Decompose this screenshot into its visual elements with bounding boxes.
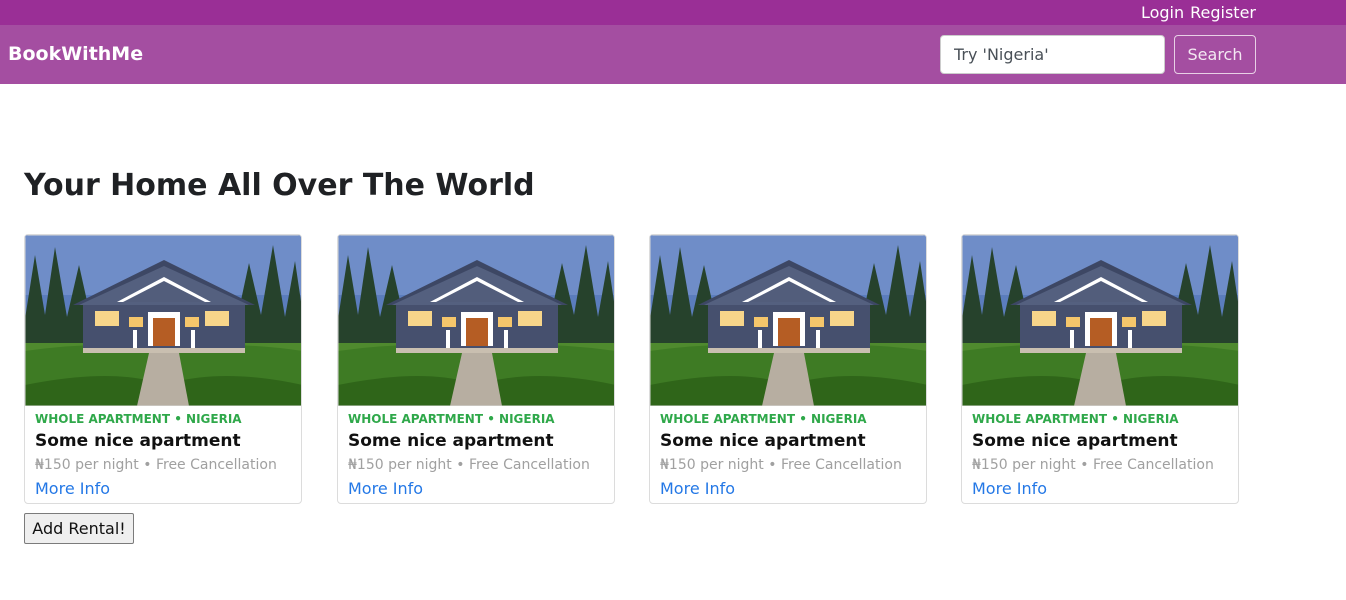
rental-meta: WHOLE APARTMENT • NIGERIA	[348, 412, 555, 426]
more-info-link[interactable]: More Info	[348, 479, 423, 498]
top-bar: Login Register	[0, 0, 1346, 25]
rental-price: ₦150 per night • Free Cancellation	[35, 457, 277, 473]
rental-title: Some nice apartment	[660, 431, 866, 451]
house-photo	[962, 235, 1238, 406]
rental-title: Some nice apartment	[35, 431, 241, 451]
rental-meta: WHOLE APARTMENT • NIGERIA	[660, 412, 867, 426]
more-info-link[interactable]: More Info	[35, 479, 110, 498]
more-info-link[interactable]: More Info	[972, 479, 1047, 498]
rental-card[interactable]: WHOLE APARTMENT • NIGERIA Some nice apar…	[24, 234, 302, 504]
add-rental-button[interactable]: Add Rental!	[24, 513, 134, 544]
brand-logo[interactable]: BookWithMe	[8, 43, 143, 65]
search-input[interactable]	[940, 35, 1165, 74]
rental-meta: WHOLE APARTMENT • NIGERIA	[35, 412, 242, 426]
rental-title: Some nice apartment	[348, 431, 554, 451]
rental-price: ₦150 per night • Free Cancellation	[660, 457, 902, 473]
rental-title: Some nice apartment	[972, 431, 1178, 451]
more-info-link[interactable]: More Info	[660, 479, 735, 498]
login-link[interactable]: Login	[1141, 3, 1184, 22]
navbar: BookWithMe Search	[0, 25, 1346, 84]
search-button[interactable]: Search	[1174, 35, 1256, 74]
rental-card[interactable]: WHOLE APARTMENT • NIGERIA Some nice apar…	[961, 234, 1239, 504]
rental-meta: WHOLE APARTMENT • NIGERIA	[972, 412, 1179, 426]
rental-card[interactable]: WHOLE APARTMENT • NIGERIA Some nice apar…	[649, 234, 927, 504]
rental-price: ₦150 per night • Free Cancellation	[972, 457, 1214, 473]
house-photo	[338, 235, 614, 406]
house-photo	[650, 235, 926, 406]
page-title: Your Home All Over The World	[24, 168, 535, 203]
rental-price: ₦150 per night • Free Cancellation	[348, 457, 590, 473]
house-photo	[25, 235, 301, 406]
rental-cards: WHOLE APARTMENT • NIGERIA Some nice apar…	[24, 234, 1264, 504]
register-link[interactable]: Register	[1190, 3, 1256, 22]
rental-card[interactable]: WHOLE APARTMENT • NIGERIA Some nice apar…	[337, 234, 615, 504]
top-links: Login Register	[1141, 0, 1256, 25]
